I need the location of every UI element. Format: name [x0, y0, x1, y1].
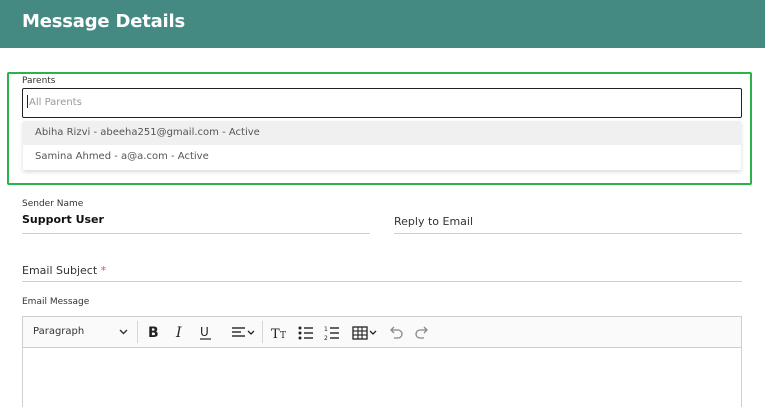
text-size-icon[interactable]: TT [271, 325, 289, 341]
sender-name-value[interactable]: Support User [22, 213, 104, 226]
svg-text:2: 2 [324, 335, 328, 341]
svg-text:1: 1 [324, 326, 328, 333]
parents-placeholder: All Parents [29, 97, 82, 108]
parents-option[interactable]: Abiha Rizvi - abeeha251@gmail.com - Acti… [23, 121, 741, 145]
svg-text:B: B [148, 325, 159, 340]
svg-text:T: T [271, 327, 280, 341]
parents-dropdown: Abiha Rizvi - abeeha251@gmail.com - Acti… [23, 121, 741, 170]
chevron-down-icon[interactable] [119, 327, 128, 337]
redo-icon[interactable] [414, 325, 430, 341]
email-subject-label: Email Subject [22, 264, 98, 277]
toolbar-separator [262, 321, 263, 343]
sender-name-label: Sender Name [22, 199, 84, 209]
email-message-editor[interactable]: Paragraph B I U TT 12 [22, 316, 742, 407]
svg-text:U: U [200, 325, 209, 339]
parents-option[interactable]: Samina Ahmed - a@a.com - Active [23, 145, 741, 169]
editor-content-area[interactable] [23, 348, 741, 407]
page-header: Message Details [0, 0, 765, 48]
required-mark: * [100, 264, 107, 277]
email-message-label: Email Message [22, 297, 90, 307]
italic-icon[interactable]: I [174, 324, 188, 340]
page-title: Message Details [22, 11, 186, 32]
bold-icon[interactable]: B [147, 324, 161, 340]
svg-text:T: T [280, 331, 286, 341]
numbered-list-icon[interactable]: 12 [324, 325, 340, 341]
editor-toolbar: Paragraph B I U TT 12 [23, 317, 741, 348]
sender-name-underline [22, 233, 370, 234]
toolbar-separator [137, 321, 138, 343]
bulleted-list-icon[interactable] [298, 325, 314, 341]
email-subject-underline [22, 281, 742, 282]
svg-text:I: I [175, 325, 182, 340]
parents-label: Parents [22, 76, 56, 86]
align-icon[interactable] [231, 326, 257, 340]
underline-icon[interactable]: U [199, 324, 213, 342]
reply-to-email-field[interactable]: Reply to Email [394, 215, 473, 228]
parents-input[interactable]: All Parents [22, 88, 742, 118]
email-subject-field[interactable]: Email Subject * [22, 264, 106, 277]
undo-icon[interactable] [388, 325, 404, 341]
table-icon[interactable] [352, 325, 378, 341]
paragraph-select[interactable]: Paragraph [33, 317, 84, 347]
reply-to-email-underline [394, 233, 742, 234]
text-caret [27, 94, 28, 108]
